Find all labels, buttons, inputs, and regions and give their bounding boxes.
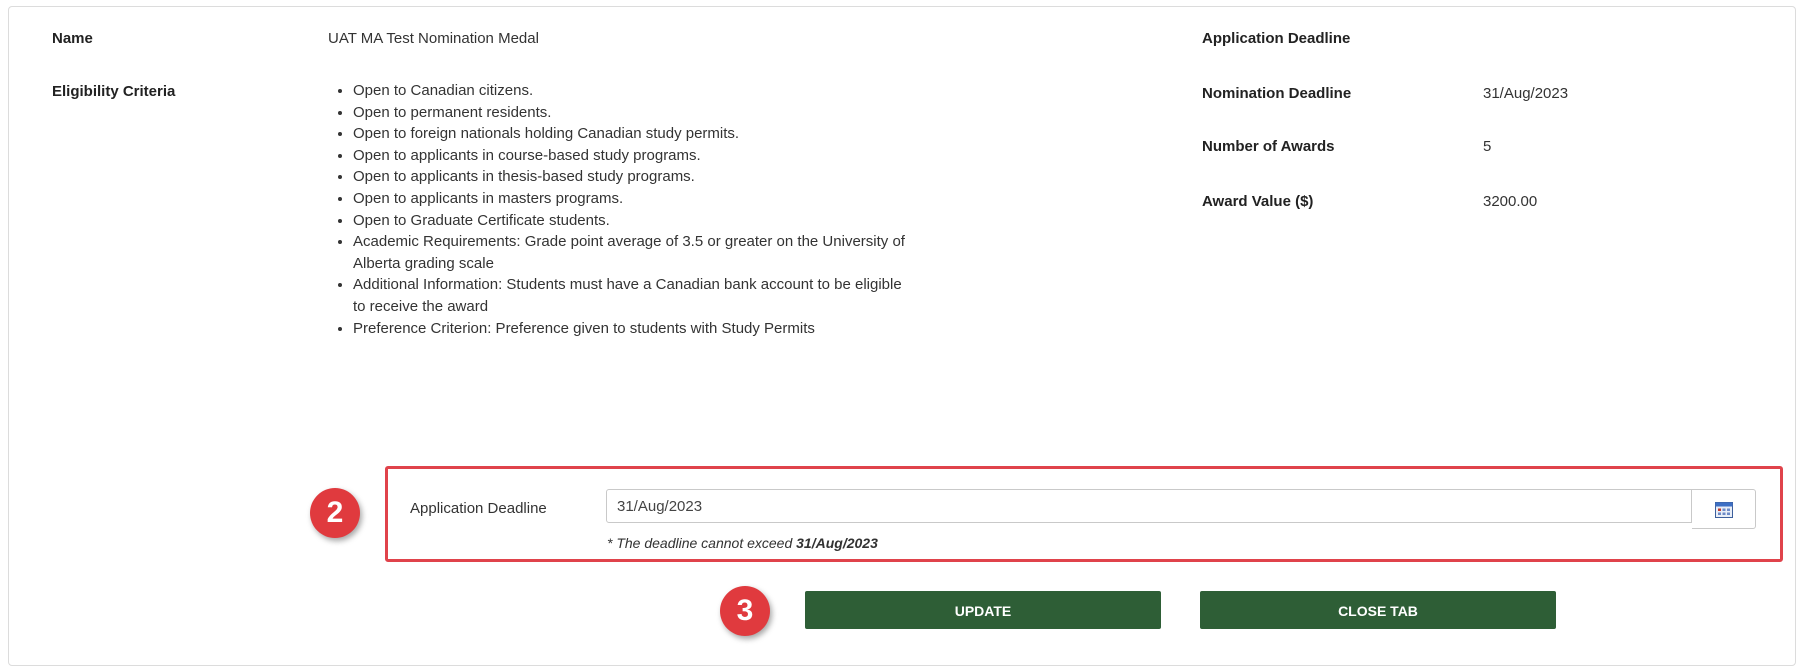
criteria-item: Open to foreign nationals holding Canadi… [353, 123, 913, 145]
calendar-icon [1715, 502, 1733, 518]
award-value-value: 3200.00 [1483, 193, 1538, 210]
eligibility-criteria-list: Open to Canadian citizens. Open to perma… [328, 80, 913, 339]
nomination-deadline-value: 31/Aug/2023 [1483, 85, 1569, 102]
deadline-hint: * The deadline cannot exceed 31/Aug/2023 [607, 535, 878, 551]
update-button[interactable]: UPDATE [805, 591, 1161, 629]
criteria-item: Open to Canadian citizens. [353, 80, 913, 102]
criteria-item: Additional Information: Students must ha… [353, 274, 913, 317]
deadline-hint-date: 31/Aug/2023 [796, 535, 878, 551]
award-name-value: UAT MA Test Nomination Medal [328, 30, 539, 47]
name-label: Name [52, 30, 93, 47]
calendar-button[interactable] [1692, 489, 1756, 529]
eligibility-criteria-label: Eligibility Criteria [52, 83, 176, 100]
deadline-field-label: Application Deadline [410, 500, 547, 517]
number-of-awards-label: Number of Awards [1202, 138, 1335, 155]
award-value-label: Award Value ($) [1202, 193, 1314, 210]
criteria-item: Preference Criterion: Preference given t… [353, 318, 913, 340]
criteria-item: Open to applicants in thesis-based study… [353, 166, 913, 188]
annotation-badge-2: 2 [310, 488, 360, 538]
deadline-hint-prefix: * The deadline cannot exceed [607, 535, 797, 551]
criteria-item: Academic Requirements: Grade point avera… [353, 231, 913, 274]
criteria-item: Open to permanent residents. [353, 102, 913, 124]
annotation-badge-3: 3 [720, 586, 770, 636]
nomination-deadline-label: Nomination Deadline [1202, 85, 1352, 102]
criteria-item: Open to applicants in course-based study… [353, 145, 913, 167]
application-deadline-label: Application Deadline [1202, 30, 1351, 47]
close-tab-button[interactable]: CLOSE TAB [1200, 591, 1556, 629]
number-of-awards-value: 5 [1483, 138, 1492, 155]
application-deadline-input[interactable] [606, 489, 1692, 523]
criteria-item: Open to Graduate Certificate students. [353, 210, 913, 232]
criteria-item: Open to applicants in masters programs. [353, 188, 913, 210]
